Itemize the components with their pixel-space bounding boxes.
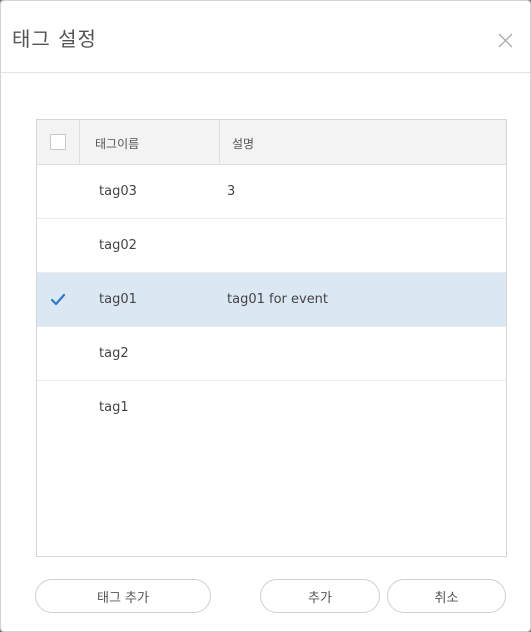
row-description: 3: [227, 184, 236, 199]
tag-settings-dialog: 태그 설정 태그이름 설명 tag03 3 tag02 tag01 tag01 …: [0, 0, 531, 632]
tag-table: 태그이름 설명 tag03 3 tag02 tag01 tag01 for ev…: [36, 119, 507, 557]
checkmark-icon[interactable]: [50, 292, 66, 308]
table-row-selected[interactable]: tag01 tag01 for event: [37, 273, 506, 327]
column-divider: [219, 120, 220, 164]
table-body: tag03 3 tag02 tag01 tag01 for event tag2: [37, 165, 506, 435]
row-tag-name: tag03: [99, 184, 137, 199]
table-row[interactable]: tag03 3: [37, 165, 506, 219]
dialog-header: 태그 설정: [1, 1, 530, 73]
table-row[interactable]: tag2: [37, 327, 506, 381]
row-tag-name: tag2: [99, 346, 129, 361]
row-description: tag01 for event: [227, 292, 329, 307]
cancel-button[interactable]: 취소: [387, 579, 506, 613]
table-row[interactable]: tag02: [37, 219, 506, 273]
dialog-title: 태그 설정: [12, 27, 97, 51]
table-row[interactable]: tag1: [37, 381, 506, 435]
close-icon[interactable]: [497, 32, 514, 49]
add-button[interactable]: 추가: [260, 579, 380, 613]
row-tag-name: tag01: [99, 292, 137, 307]
column-header-tag-name[interactable]: 태그이름: [95, 135, 139, 152]
column-header-description[interactable]: 설명: [232, 135, 254, 152]
row-tag-name: tag02: [99, 238, 137, 253]
add-tag-button[interactable]: 태그 추가: [35, 579, 211, 613]
row-tag-name: tag1: [99, 400, 129, 415]
column-divider: [79, 120, 80, 164]
table-header: 태그이름 설명: [37, 120, 506, 165]
select-all-checkbox[interactable]: [50, 134, 66, 150]
